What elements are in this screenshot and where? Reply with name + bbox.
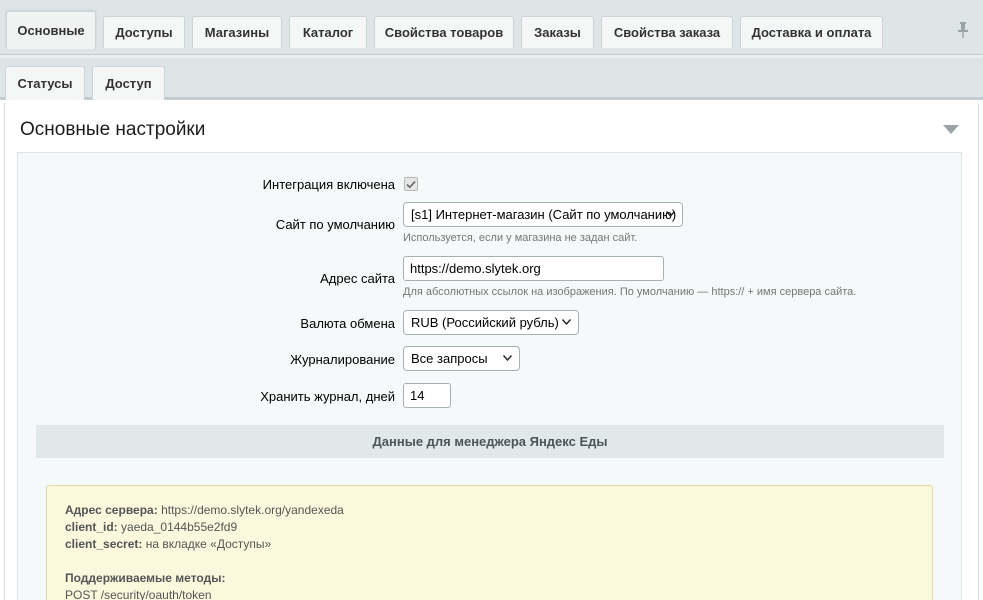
tab-stores[interactable]: Магазины bbox=[192, 16, 282, 48]
method-item: POST /security/oauth/token bbox=[65, 588, 212, 600]
tab-delivery-payment[interactable]: Доставка и оплата bbox=[740, 16, 883, 48]
chevron-down-icon bbox=[503, 355, 512, 361]
currency-select[interactable]: RUB (Российский рубль) bbox=[403, 310, 579, 335]
integration-label: Интеграция включена bbox=[262, 177, 395, 192]
subbar-stripe bbox=[0, 55, 983, 58]
settings-form: Интеграция включена Сайт по умолчанию [s… bbox=[17, 152, 962, 600]
tab-catalog[interactable]: Каталог bbox=[289, 16, 367, 48]
client-id-row: client_id: yaeda_0144b55e2fd9 bbox=[65, 519, 914, 536]
client-secret-label: client_secret: bbox=[65, 537, 143, 551]
integration-checkbox[interactable] bbox=[404, 177, 418, 191]
site-address-input[interactable] bbox=[403, 256, 664, 281]
logging-select[interactable]: Все запросы bbox=[403, 346, 520, 371]
logging-value: Все запросы bbox=[411, 351, 488, 366]
logging-label: Журналирование bbox=[290, 352, 395, 367]
manager-data-heading: Данные для менеджера Яндекс Еды bbox=[36, 425, 944, 458]
tab-order-properties[interactable]: Свойства заказа bbox=[601, 16, 733, 48]
site-address-hint: Для абсолютных ссылок на изображения. По… bbox=[403, 286, 857, 298]
server-label: Адрес сервера: bbox=[65, 503, 158, 517]
check-icon bbox=[406, 180, 416, 189]
log-days-input[interactable] bbox=[403, 383, 451, 408]
tab-main[interactable]: Основные bbox=[6, 11, 96, 49]
default-site-hint: Используется, если у магазина не задан с… bbox=[403, 232, 638, 244]
client-secret-value: на вкладке «Доступы» bbox=[145, 537, 272, 551]
subtab-access[interactable]: Доступ bbox=[92, 66, 165, 100]
settings-section: Основные настройки Интеграция включена С… bbox=[4, 103, 979, 600]
server-value: https://demo.slytek.org/yandexeda bbox=[161, 503, 344, 517]
currency-label: Валюта обмена bbox=[300, 316, 395, 331]
methods-row: Поддерживаемые методы: bbox=[65, 570, 914, 587]
sub-tab-bar: Статусы Доступ bbox=[0, 55, 983, 100]
pin-icon[interactable] bbox=[957, 22, 969, 38]
server-row: Адрес сервера: https://demo.slytek.org/y… bbox=[65, 502, 914, 519]
default-site-label: Сайт по умолчанию bbox=[275, 217, 395, 232]
tab-product-properties[interactable]: Свойства товаров bbox=[374, 16, 514, 48]
log-days-label: Хранить журнал, дней bbox=[260, 389, 395, 404]
default-site-select[interactable]: [s1] Интернет-магазин (Сайт по умолчанию… bbox=[403, 202, 683, 227]
chevron-down-icon bbox=[562, 319, 571, 325]
chevron-down-icon bbox=[666, 211, 675, 217]
default-site-value: [s1] Интернет-магазин (Сайт по умолчанию… bbox=[411, 207, 677, 222]
subtab-statuses[interactable]: Статусы bbox=[5, 66, 85, 100]
site-address-label: Адрес сайта bbox=[320, 271, 395, 286]
manager-info-box: Адрес сервера: https://demo.slytek.org/y… bbox=[46, 485, 933, 600]
client-secret-row: client_secret: на вкладке «Доступы» bbox=[65, 536, 914, 553]
main-tab-bar: Основные Доступы Магазины Каталог Свойст… bbox=[0, 0, 983, 55]
methods-label: Поддерживаемые методы: bbox=[65, 571, 226, 585]
section-title: Основные настройки bbox=[20, 119, 206, 140]
client-id-label: client_id: bbox=[65, 520, 118, 534]
currency-value: RUB (Российский рубль) bbox=[411, 315, 559, 330]
tab-access[interactable]: Доступы bbox=[103, 16, 185, 48]
tab-orders[interactable]: Заказы bbox=[521, 16, 594, 48]
client-id-value: yaeda_0144b55e2fd9 bbox=[121, 520, 238, 534]
triangle-down-icon[interactable] bbox=[943, 125, 959, 134]
